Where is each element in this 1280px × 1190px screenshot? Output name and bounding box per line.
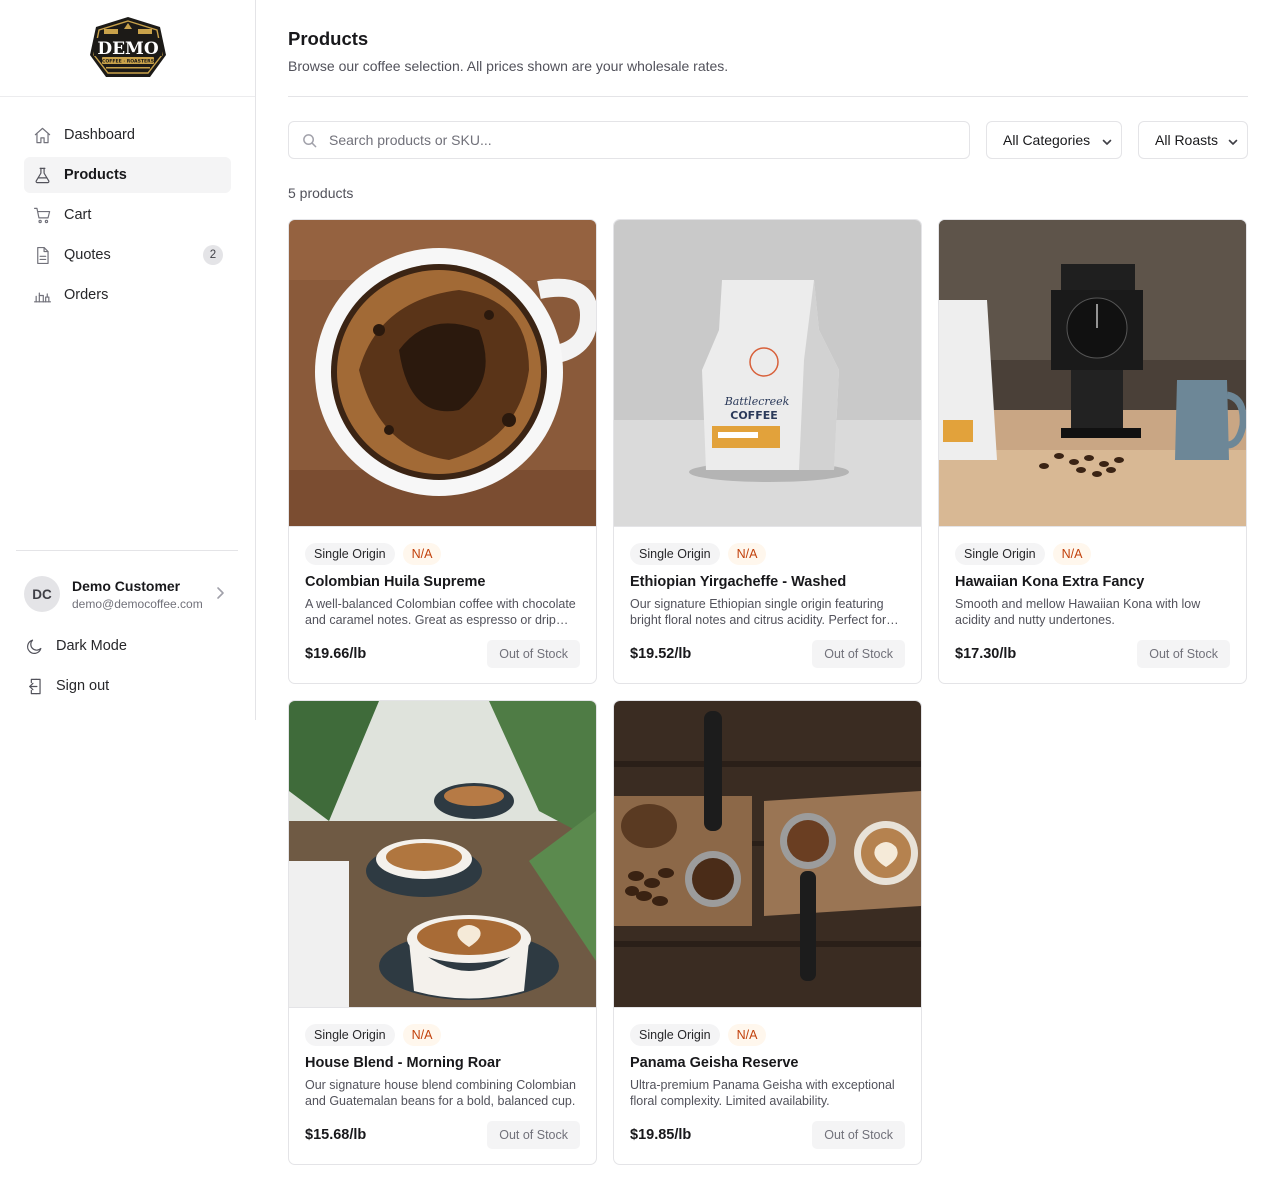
product-description: A well-balanced Colombian coffee with ch… xyxy=(305,597,576,627)
product-tags: Single Origin N/A xyxy=(305,543,442,565)
chevron-down-icon xyxy=(1101,135,1113,147)
product-name: Ethiopian Yirgacheffe - Washed xyxy=(630,574,847,590)
dark-mode-toggle[interactable]: Dark Mode xyxy=(24,632,234,660)
product-description: Our signature Ethiopian single origin fe… xyxy=(630,597,887,627)
sign-out-button[interactable]: Sign out xyxy=(24,672,234,700)
out-of-stock-button[interactable]: Out of Stock xyxy=(812,640,905,668)
nav-item-cart[interactable]: Cart xyxy=(24,197,231,233)
category-tag: Single Origin xyxy=(630,1024,720,1046)
moon-icon xyxy=(24,636,44,656)
product-image xyxy=(289,701,596,1008)
logo-subtext: COFFEE · ROASTERS xyxy=(101,59,153,65)
nav-item-dashboard[interactable]: Dashboard xyxy=(24,117,231,153)
nav-label: Cart xyxy=(64,207,92,223)
product-card[interactable]: Single Origin N/A Hawaiian Kona Extra Fa… xyxy=(938,219,1247,684)
nav-item-orders[interactable]: Orders xyxy=(24,277,231,313)
product-image xyxy=(939,220,1246,527)
user-info: Demo Customer demo@democoffee.com xyxy=(72,578,208,611)
search-input[interactable] xyxy=(329,132,949,148)
nav-label: Orders xyxy=(64,287,109,303)
sign-out-label: Sign out xyxy=(56,678,110,694)
quotes-count-badge: 2 xyxy=(203,245,223,265)
roast-tag: N/A xyxy=(402,543,442,565)
product-price: $19.85/lb xyxy=(630,1127,692,1143)
document-icon xyxy=(32,245,52,265)
sidebar-divider xyxy=(16,550,238,551)
roast-tag: N/A xyxy=(402,1024,442,1046)
product-tags: Single Origin N/A xyxy=(955,543,1092,565)
avatar: DC xyxy=(24,576,60,612)
sign-out-icon xyxy=(24,676,44,696)
roast-filter-select[interactable]: All Roasts xyxy=(1138,121,1248,159)
page-title: Products xyxy=(288,28,369,49)
product-tags: Single Origin N/A xyxy=(630,1024,767,1046)
page-subtitle: Browse our coffee selection. All prices … xyxy=(288,58,729,74)
user-name: Demo Customer xyxy=(72,577,181,594)
out-of-stock-button[interactable]: Out of Stock xyxy=(487,1121,580,1149)
product-name: Colombian Huila Supreme xyxy=(305,574,486,590)
product-price: $17.30/lb xyxy=(955,646,1017,662)
bag-label: COFFEE xyxy=(730,409,777,422)
product-count: 5 products xyxy=(288,185,354,201)
dark-mode-label: Dark Mode xyxy=(56,638,127,654)
out-of-stock-button[interactable]: Out of Stock xyxy=(487,640,580,668)
roast-tag: N/A xyxy=(1052,543,1092,565)
roast-filter-value: All Roasts xyxy=(1155,132,1219,148)
nav-item-products[interactable]: Products xyxy=(24,157,231,193)
flask-icon xyxy=(32,165,52,185)
product-name: Hawaiian Kona Extra Fancy xyxy=(955,574,1145,590)
user-email: demo@democoffee.com xyxy=(72,596,203,611)
product-name: House Blend - Morning Roar xyxy=(305,1055,501,1071)
product-tags: Single Origin N/A xyxy=(305,1024,442,1046)
search-icon xyxy=(303,133,317,147)
chevron-right-icon xyxy=(212,585,228,601)
product-description: Ultra-premium Panama Geisha with excepti… xyxy=(630,1078,895,1108)
roast-tag: N/A xyxy=(727,543,767,565)
out-of-stock-button[interactable]: Out of Stock xyxy=(1137,640,1230,668)
product-description: Smooth and mellow Hawaiian Kona with low… xyxy=(955,597,1201,627)
roast-tag: N/A xyxy=(727,1024,767,1046)
category-filter-select[interactable]: All Categories xyxy=(986,121,1122,159)
category-filter-value: All Categories xyxy=(1003,132,1091,148)
product-image xyxy=(614,701,921,1008)
product-image: Battlecreek COFFEE xyxy=(614,220,921,527)
category-tag: Single Origin xyxy=(955,543,1045,565)
search-box[interactable] xyxy=(288,121,970,159)
product-tags: Single Origin N/A xyxy=(630,543,767,565)
category-tag: Single Origin xyxy=(305,1024,395,1046)
logo-area: DEMO COFFEE · ROASTERS xyxy=(0,0,255,97)
product-price: $19.52/lb xyxy=(630,646,692,662)
home-icon xyxy=(32,125,52,145)
product-image xyxy=(289,220,596,527)
nav-label: Quotes xyxy=(64,247,111,263)
chevron-down-icon xyxy=(1227,135,1239,147)
nav-label: Products xyxy=(64,167,127,183)
logo-text: DEMO xyxy=(97,39,159,59)
bag-label: Battlecreek xyxy=(724,395,790,408)
product-name: Panama Geisha Reserve xyxy=(630,1055,799,1071)
out-of-stock-button[interactable]: Out of Stock xyxy=(812,1121,905,1149)
product-card[interactable]: Single Origin N/A Panama Geisha Reserve … xyxy=(613,700,922,1165)
nav-label: Dashboard xyxy=(64,127,135,143)
header-divider xyxy=(288,96,1248,97)
category-tag: Single Origin xyxy=(630,543,720,565)
brand-logo[interactable]: DEMO COFFEE · ROASTERS xyxy=(88,15,168,81)
orders-icon xyxy=(32,285,52,305)
product-price: $15.68/lb xyxy=(305,1127,367,1143)
product-card[interactable]: Single Origin N/A Colombian Huila Suprem… xyxy=(288,219,597,684)
product-price: $19.66/lb xyxy=(305,646,367,662)
cart-icon xyxy=(32,205,52,225)
product-description: Our signature house blend combining Colo… xyxy=(305,1078,576,1108)
user-menu[interactable]: DC Demo Customer demo@democoffee.com xyxy=(24,575,232,613)
product-card[interactable]: Battlecreek COFFEE Single Origin N/A Eth… xyxy=(613,219,922,684)
category-tag: Single Origin xyxy=(305,543,395,565)
product-card[interactable]: Single Origin N/A House Blend - Morning … xyxy=(288,700,597,1165)
main-nav: Dashboard Products Cart Quotes 2 Orders xyxy=(0,97,255,313)
nav-item-quotes[interactable]: Quotes 2 xyxy=(24,237,231,273)
sidebar: DEMO COFFEE · ROASTERS Dashboard Product… xyxy=(0,0,256,720)
